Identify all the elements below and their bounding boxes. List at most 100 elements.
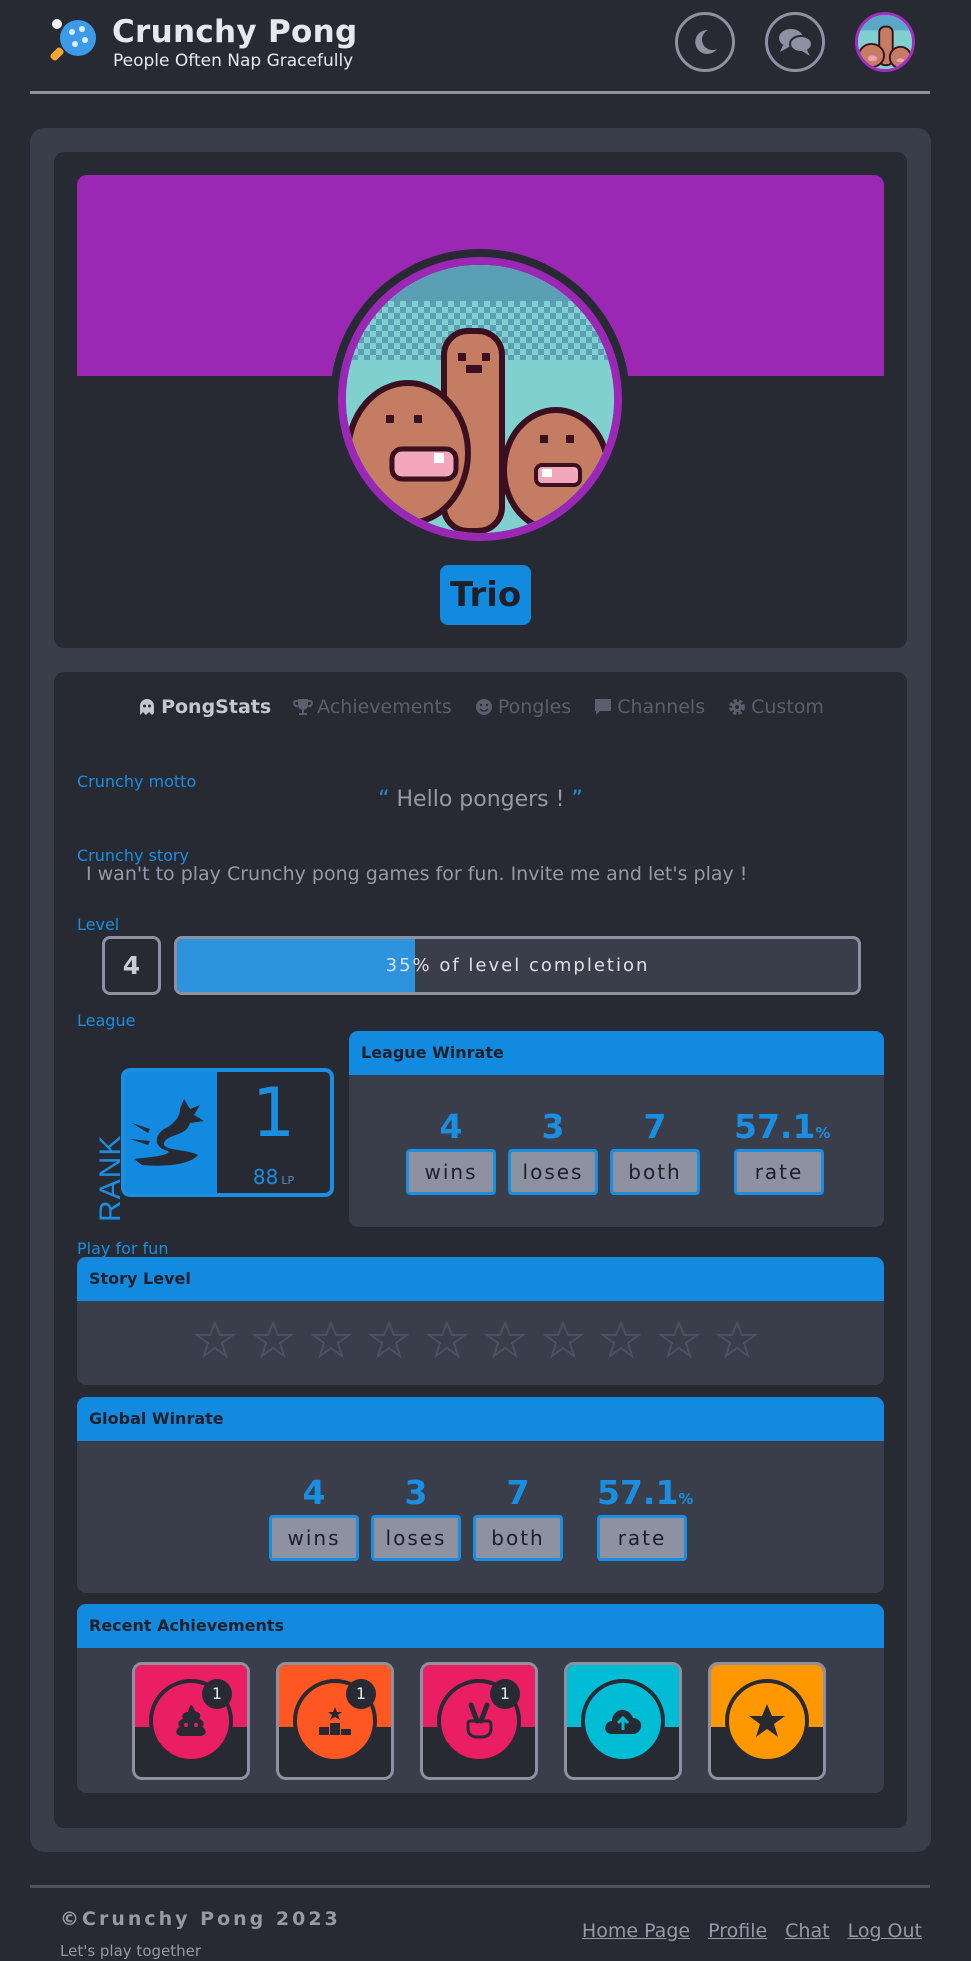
rate-unit: % xyxy=(815,1124,831,1142)
global-wins-stat: 4 wins xyxy=(269,1473,359,1561)
rank-card: 1 88 LP xyxy=(121,1068,334,1197)
global-winrate-panel: Global Winrate 4 wins 3 loses 7 both 57.… xyxy=(77,1397,884,1593)
footer-link-profile[interactable]: Profile xyxy=(708,1920,767,1942)
rank-number: 1 xyxy=(251,1074,296,1153)
lp-value: 88 xyxy=(252,1165,279,1189)
stat-value: 57.1% xyxy=(734,1107,830,1147)
stat-label: loses xyxy=(371,1515,461,1561)
profile-tabs: PongStats Achievements Pongles Channels … xyxy=(54,696,907,718)
chat-button[interactable] xyxy=(765,12,825,72)
story-star-icon xyxy=(601,1320,641,1359)
footer-link-home[interactable]: Home Page xyxy=(582,1920,690,1942)
achievement-card[interactable]: 1 xyxy=(276,1662,394,1780)
story-star-icon xyxy=(485,1320,525,1359)
achievement-count-badge: 1 xyxy=(346,1679,376,1709)
story-star-icon xyxy=(253,1320,293,1359)
tab-label: Pongles xyxy=(497,696,572,718)
app-title: Crunchy Pong xyxy=(112,14,358,50)
achievement-count-badge: 1 xyxy=(490,1679,520,1709)
stat-label: rate xyxy=(597,1515,687,1561)
level-progress-bar: 35% of level completion xyxy=(174,936,861,995)
stat-label: both xyxy=(610,1149,700,1195)
global-rate-stat: 57.1% rate xyxy=(597,1473,693,1561)
rate-number: 57.1 xyxy=(734,1107,816,1146)
message-icon xyxy=(595,699,612,715)
theme-toggle-button[interactable] xyxy=(675,12,735,72)
achievement-card[interactable]: 1 xyxy=(420,1662,538,1780)
rate-unit: % xyxy=(678,1490,694,1508)
stat-value: 3 xyxy=(541,1107,565,1146)
tab-pongstats[interactable]: PongStats xyxy=(137,696,271,718)
motto-text: “ Hello pongers ! ” xyxy=(54,787,907,812)
ghost-icon xyxy=(140,699,155,715)
stat-label: wins xyxy=(406,1149,496,1195)
stat-value: 57.1% xyxy=(597,1473,693,1513)
app-header: Crunchy Pong People Often Nap Gracefully xyxy=(30,0,930,94)
level-number: 4 xyxy=(102,936,161,995)
stat-label: wins xyxy=(269,1515,359,1561)
stat-value: 4 xyxy=(302,1473,326,1512)
profile-card: Trio xyxy=(54,152,907,648)
achievement-card[interactable] xyxy=(708,1662,826,1780)
cloud-upload-icon xyxy=(581,1679,665,1763)
footer-link-chat[interactable]: Chat xyxy=(785,1920,829,1942)
league-winrate-panel: League Winrate 4 wins 3 loses 7 both 57.… xyxy=(349,1031,884,1227)
story-star-icon xyxy=(427,1320,467,1359)
chat-bubbles-icon xyxy=(779,29,813,56)
star-icon xyxy=(725,1679,809,1763)
stat-label: rate xyxy=(734,1149,824,1195)
tab-achievements[interactable]: Achievements xyxy=(293,696,452,718)
tab-label: PongStats xyxy=(161,696,272,718)
rate-number: 57.1 xyxy=(597,1473,679,1512)
league-label: League xyxy=(77,1011,136,1030)
rank-value-panel: 1 88 LP xyxy=(217,1072,330,1193)
level-label: Level xyxy=(77,915,120,934)
open-quote: “ xyxy=(378,787,390,812)
achievement-count-badge: 1 xyxy=(202,1679,232,1709)
league-winrate-title: League Winrate xyxy=(349,1031,884,1075)
story-star-icon xyxy=(195,1320,235,1359)
close-quote: ” xyxy=(571,787,583,812)
user-avatar[interactable] xyxy=(855,12,915,72)
tab-custom[interactable]: Custom xyxy=(727,696,824,718)
profile-avatar-frame xyxy=(330,249,630,549)
story-star-icon xyxy=(543,1320,583,1359)
moon-icon xyxy=(695,29,717,54)
ping-pong-logo-icon[interactable] xyxy=(48,16,102,68)
profile-avatar[interactable] xyxy=(338,257,622,541)
achievement-card[interactable] xyxy=(564,1662,682,1780)
gear-icon xyxy=(729,699,746,715)
username-badge: Trio xyxy=(440,565,532,625)
lp-unit: LP xyxy=(281,1174,295,1187)
league-wins-stat: 4 wins xyxy=(406,1107,496,1195)
stat-label: loses xyxy=(508,1149,598,1195)
stat-value: 3 xyxy=(404,1473,428,1512)
story-text: I wan't to play Crunchy pong games for f… xyxy=(86,863,748,885)
copyright: ©Crunchy Pong 2023 xyxy=(60,1908,341,1930)
stats-card: PongStats Achievements Pongles Channels … xyxy=(54,672,907,1828)
stat-value: 7 xyxy=(506,1473,530,1512)
stat-value: 4 xyxy=(439,1107,463,1146)
app-footer: ©Crunchy Pong 2023 Let's play together H… xyxy=(30,1885,930,1961)
story-level-title: Story Level xyxy=(77,1257,884,1301)
tab-label: Custom xyxy=(751,696,824,718)
level-progress-text: 35% of level completion xyxy=(385,955,650,976)
story-star-icon xyxy=(717,1320,757,1359)
achievement-card[interactable]: 1 xyxy=(132,1662,250,1780)
footer-link-logout[interactable]: Log Out xyxy=(848,1920,922,1942)
footer-tagline: Let's play together xyxy=(60,1942,202,1960)
dragon-icon xyxy=(125,1072,217,1193)
league-rate-stat: 57.1% rate xyxy=(734,1107,830,1195)
trophy-icon xyxy=(293,699,314,715)
smile-icon xyxy=(475,699,492,715)
league-points: 88 LP xyxy=(217,1165,330,1189)
stat-label: both xyxy=(473,1515,563,1561)
story-level-stars xyxy=(195,1320,757,1360)
tab-channels[interactable]: Channels xyxy=(593,696,705,718)
global-loses-stat: 3 loses xyxy=(371,1473,461,1561)
global-both-stat: 7 both xyxy=(473,1473,563,1561)
story-star-icon xyxy=(311,1320,351,1359)
tab-pongles[interactable]: Pongles xyxy=(474,696,571,718)
tab-label: Channels xyxy=(617,696,706,718)
recent-achievements-panel: Recent Achievements 1 1 1 xyxy=(77,1604,884,1793)
